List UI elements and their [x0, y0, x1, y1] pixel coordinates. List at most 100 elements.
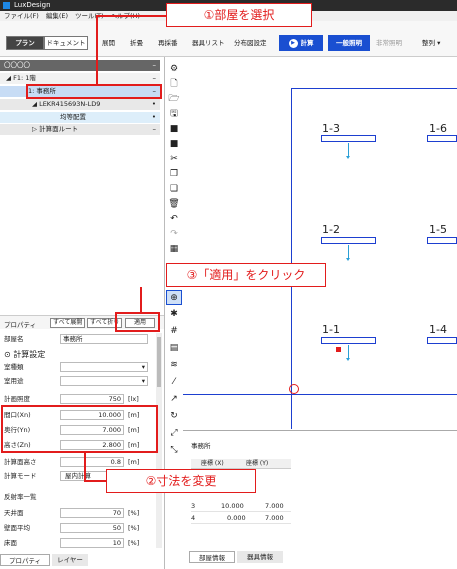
fixture-1-1[interactable] — [321, 337, 376, 344]
tab-layers[interactable]: レイヤー — [52, 554, 88, 566]
document-tab[interactable]: ドキュメント — [44, 36, 88, 50]
paste-icon[interactable]: ❏ — [166, 182, 182, 197]
undo-icon[interactable]: ↶ — [166, 212, 182, 227]
tree-fixture[interactable]: ◢ LEKR415693N-LD9 • — [0, 99, 160, 110]
edit-tool-strip: ⚙ 🗋 🗁 🖫 ■ ■ ✂ ❐ ❏ 🗑 ↶ ↷ ▦ ⊕ ✱ # ▤ ≋ ⁄ ↗ … — [166, 62, 182, 462]
room-info-title: 事務所 — [191, 442, 211, 450]
fixture-label-1-5: 1-5 — [429, 223, 447, 236]
distribution-settings-button[interactable]: 分布図設定 — [234, 36, 267, 50]
menu-file[interactable]: ファイル(F) — [4, 11, 39, 21]
tree-root[interactable]: 〇〇〇〇 – — [0, 60, 160, 71]
tab-properties[interactable]: プロパティ — [0, 554, 50, 566]
fixture-1-3[interactable] — [321, 135, 376, 142]
callout-1-leader-h — [96, 15, 166, 17]
fixture-1-4[interactable] — [427, 337, 457, 344]
copy-icon[interactable]: ❐ — [166, 167, 182, 182]
fixture-list-button[interactable]: 器具リスト — [192, 36, 225, 50]
move-tool-icon[interactable]: ⤢ — [166, 426, 182, 441]
rotate-tool-icon[interactable]: ↻ — [166, 409, 182, 424]
plan-canvas[interactable]: 1-3 1-6 1-2 1-5 1-1 1-4 — [183, 57, 457, 429]
expand-all-button[interactable]: すべて展開 — [50, 318, 86, 328]
scrollbar-thumb[interactable] — [157, 337, 161, 387]
prop-reflectance-list: 反射率一覧 — [4, 493, 37, 501]
callout-select-room: ①部屋を選択 — [166, 3, 312, 27]
grid-tool-icon[interactable]: # — [166, 324, 182, 339]
new-file-icon[interactable]: 🗋 — [166, 77, 182, 92]
callout-2-leader-v — [84, 453, 86, 481]
highlight-room-row — [26, 84, 162, 99]
highlight-dimensions — [1, 405, 158, 453]
save-icon[interactable]: ■ — [166, 122, 182, 137]
lux-input[interactable]: 750 — [60, 394, 124, 404]
fixture-1-5[interactable] — [427, 237, 457, 244]
app-logo-icon — [3, 2, 10, 9]
table-row[interactable]: 4 0.000 7.000 — [191, 513, 291, 524]
redo-icon[interactable]: ↷ — [166, 227, 182, 242]
layers-icon[interactable]: ≋ — [166, 358, 182, 373]
prop-calc-height: 計算面高さ 0.8 [m] — [4, 457, 140, 467]
fixture-label-1-6: 1-6 — [429, 122, 447, 135]
fixture-label-1-4: 1-4 — [429, 323, 447, 336]
calc-height-input[interactable]: 0.8 — [60, 457, 124, 467]
prop-wall: 壁面平均 50 [%] — [4, 523, 140, 533]
callout-3-leader — [140, 287, 142, 312]
fixture-1-6[interactable] — [427, 135, 457, 142]
open-folder-icon[interactable]: 🗁 — [166, 92, 182, 107]
direction-arrow-icon — [346, 245, 350, 261]
wall-input[interactable]: 50 — [60, 523, 124, 533]
collapse-button[interactable]: 折畳 — [130, 36, 143, 50]
delete-icon[interactable]: 🗑 — [166, 197, 182, 212]
room-left-wall — [291, 88, 292, 429]
fixture-tool-icon[interactable]: ✱ — [166, 307, 182, 322]
chevron-down-icon: ▾ — [141, 363, 145, 371]
plan-tab[interactable]: プラン — [6, 36, 44, 50]
room-select-icon[interactable]: ⊕ — [166, 290, 182, 305]
sort-button[interactable]: 整列 ▾ — [422, 36, 440, 50]
room-use-select[interactable]: ▾ — [60, 376, 148, 386]
ceiling-input[interactable]: 70 — [60, 508, 124, 518]
coord-table-header: 座標 (X) 座標 (Y) — [191, 459, 291, 469]
tab-fixture-info[interactable]: 器具情報 — [237, 551, 283, 563]
fixture-label-1-2: 1-2 — [322, 223, 340, 236]
fixture-label-1-3: 1-3 — [322, 122, 340, 135]
play-icon: ▶ — [288, 38, 298, 48]
save-as-icon[interactable]: 🖫 — [166, 107, 182, 122]
save-alt-icon[interactable]: ■ — [166, 137, 182, 152]
expand-button[interactable]: 展開 — [102, 36, 115, 50]
direction-arrow-icon — [346, 345, 350, 361]
menu-edit[interactable]: 編集(E) — [46, 11, 68, 21]
selection-marker — [336, 347, 341, 352]
emergency-lighting-button[interactable]: 非常照明 — [376, 36, 402, 50]
arrow-tool-icon[interactable]: ↗ — [166, 392, 182, 407]
table-row[interactable]: 3 10.000 7.000 — [191, 501, 291, 512]
calc-settings-section[interactable]: ⊙ 計算設定 — [4, 349, 45, 360]
tab-room-info[interactable]: 部屋情報 — [189, 551, 235, 563]
wall-tool-icon[interactable]: ▤ — [166, 341, 182, 356]
tree-layout[interactable]: 均等配置 • — [0, 112, 160, 123]
room-name-input[interactable]: 事務所 — [60, 334, 148, 344]
fixture-1-2[interactable] — [321, 237, 376, 244]
collapse-circle-icon: ⊙ — [4, 350, 11, 359]
gear-icon[interactable]: ⚙ — [166, 62, 182, 77]
prop-room-name: 部屋名 事務所 — [4, 334, 154, 345]
tree-floor[interactable]: ◢ F1: 1階 – — [0, 73, 160, 84]
room-info-panel: 事務所 座標 (X) 座標 (Y) 3 10.000 7.000 4 0.000… — [183, 430, 457, 569]
callout-change-dimensions: ②寸法を変更 — [106, 469, 256, 493]
room-type-select[interactable]: ▾ — [60, 362, 148, 372]
resize-tool-icon[interactable]: ⤡ — [166, 443, 182, 458]
floor-input[interactable]: 10 — [60, 538, 124, 548]
line-tool-icon[interactable]: ⁄ — [166, 375, 182, 390]
calc-button[interactable]: ▶ 計算 — [279, 35, 323, 51]
prop-room-use: 室用途 ▾ — [4, 376, 154, 387]
direction-arrow-icon — [346, 143, 350, 159]
renumber-button[interactable]: 再採番 — [158, 36, 178, 50]
callout-click-apply: ③「適用」をクリック — [166, 263, 326, 287]
tree-calc-route[interactable]: ▷ 計算面ルート – — [0, 124, 160, 135]
app-title: LuxDesign — [14, 1, 51, 9]
layout-icon[interactable]: ▦ — [166, 242, 182, 257]
room-bottom-wall — [183, 394, 457, 395]
general-lighting-button[interactable]: 一般照明 — [328, 35, 370, 51]
cut-icon[interactable]: ✂ — [166, 152, 182, 167]
prop-lux: 計画照度 750 [lx] — [4, 394, 139, 404]
fixture-label-1-1: 1-1 — [322, 323, 340, 336]
